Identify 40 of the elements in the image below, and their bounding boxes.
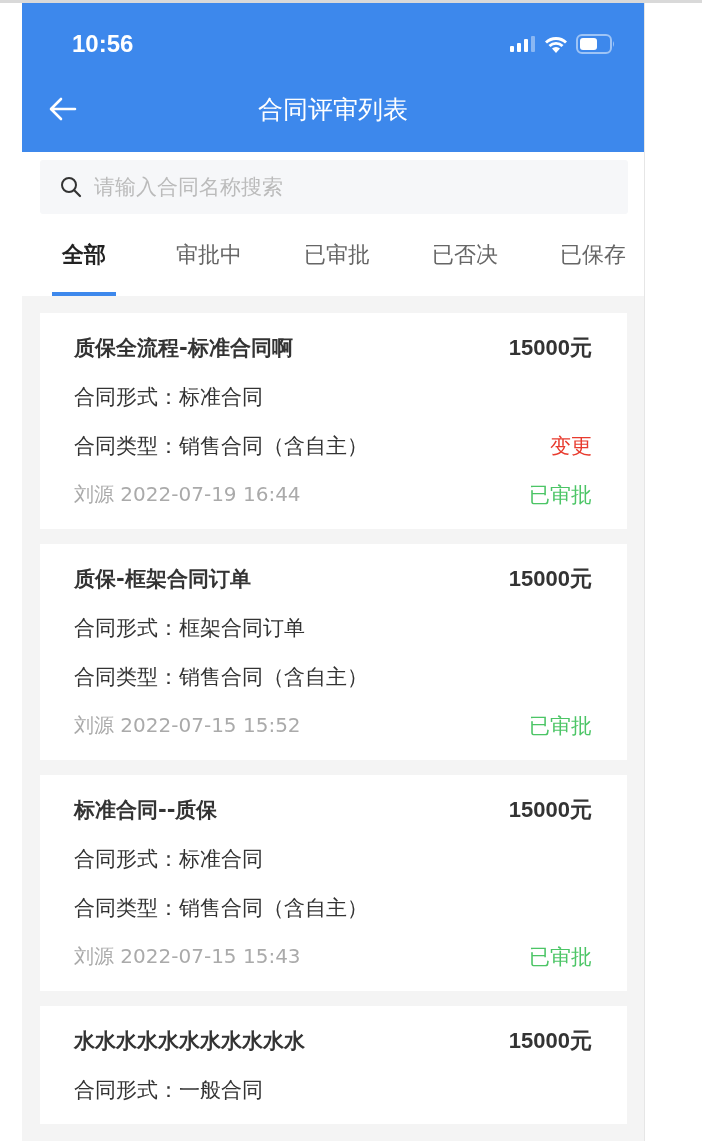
author-date: 刘源 2022-07-15 15:52 — [74, 712, 301, 739]
author-date: 刘源 2022-07-15 15:43 — [74, 943, 301, 970]
contract-name: 质保-框架合同订单 — [74, 565, 251, 593]
status-time: 10:56 — [72, 30, 134, 58]
contract-name: 质保全流程-标准合同啊 — [74, 334, 293, 362]
back-arrow-icon[interactable] — [49, 97, 77, 121]
contract-amount: 15000元 — [508, 795, 592, 824]
contract-form: 合同形式：框架合同订单 — [74, 614, 305, 642]
wifi-icon — [544, 35, 568, 53]
contract-form: 合同形式：标准合同 — [74, 383, 263, 411]
contract-amount: 15000元 — [508, 333, 592, 362]
contract-card[interactable]: 标准合同--质保 15000元 合同形式：标准合同 合同类型：销售合同（含自主） 刘源 2022-07-15 15:43 已审批 — [40, 775, 627, 991]
contract-type: 合同类型：销售合同（含自主） — [74, 894, 368, 922]
contract-form: 合同形式：标准合同 — [74, 845, 263, 873]
change-tag: 变更 — [550, 431, 592, 460]
signal-icon — [510, 36, 536, 52]
contract-amount: 15000元 — [508, 1026, 592, 1055]
contract-card[interactable]: 质保-框架合同订单 15000元 合同形式：框架合同订单 合同类型：销售合同（含自主） 刘源 2022-07-15 15:52 已审批 — [40, 544, 627, 760]
contract-card[interactable]: 水水水水水水水水水水水 15000元 合同形式：一般合同 — [40, 1006, 627, 1124]
filter-tab[interactable]: 已否决 — [430, 228, 500, 296]
filter-tab[interactable]: 审批中 — [174, 228, 244, 296]
approval-status: 已审批 — [529, 712, 592, 740]
contract-type: 合同类型：销售合同（含自主） — [74, 432, 368, 460]
contract-form: 合同形式：一般合同 — [74, 1076, 263, 1104]
approval-status: 已审批 — [529, 481, 592, 509]
page-title: 合同评审列表 — [258, 93, 408, 126]
contract-type: 合同类型：销售合同（含自主） — [74, 663, 368, 691]
battery-icon — [576, 34, 616, 54]
search-input[interactable]: 请输入合同名称搜索 — [92, 174, 608, 200]
filter-tab[interactable]: 已审批 — [302, 228, 372, 296]
author-date: 刘源 2022-07-19 16:44 — [74, 481, 301, 508]
search-field[interactable]: 请输入合同名称搜索 — [40, 160, 628, 214]
filter-tab[interactable]: 已保存 — [558, 228, 628, 296]
contract-name: 标准合同--质保 — [74, 796, 218, 824]
filter-tab[interactable]: 全部 — [52, 228, 116, 296]
contract-card[interactable]: 质保全流程-标准合同啊 15000元 合同形式：标准合同 合同类型：销售合同（含自主） 变更 刘源 2022-07-19 16:44 已审批 — [40, 313, 627, 529]
search-icon — [60, 176, 82, 198]
contract-amount: 15000元 — [508, 564, 592, 593]
contract-name: 水水水水水水水水水水水 — [74, 1027, 305, 1055]
approval-status: 已审批 — [529, 943, 592, 971]
